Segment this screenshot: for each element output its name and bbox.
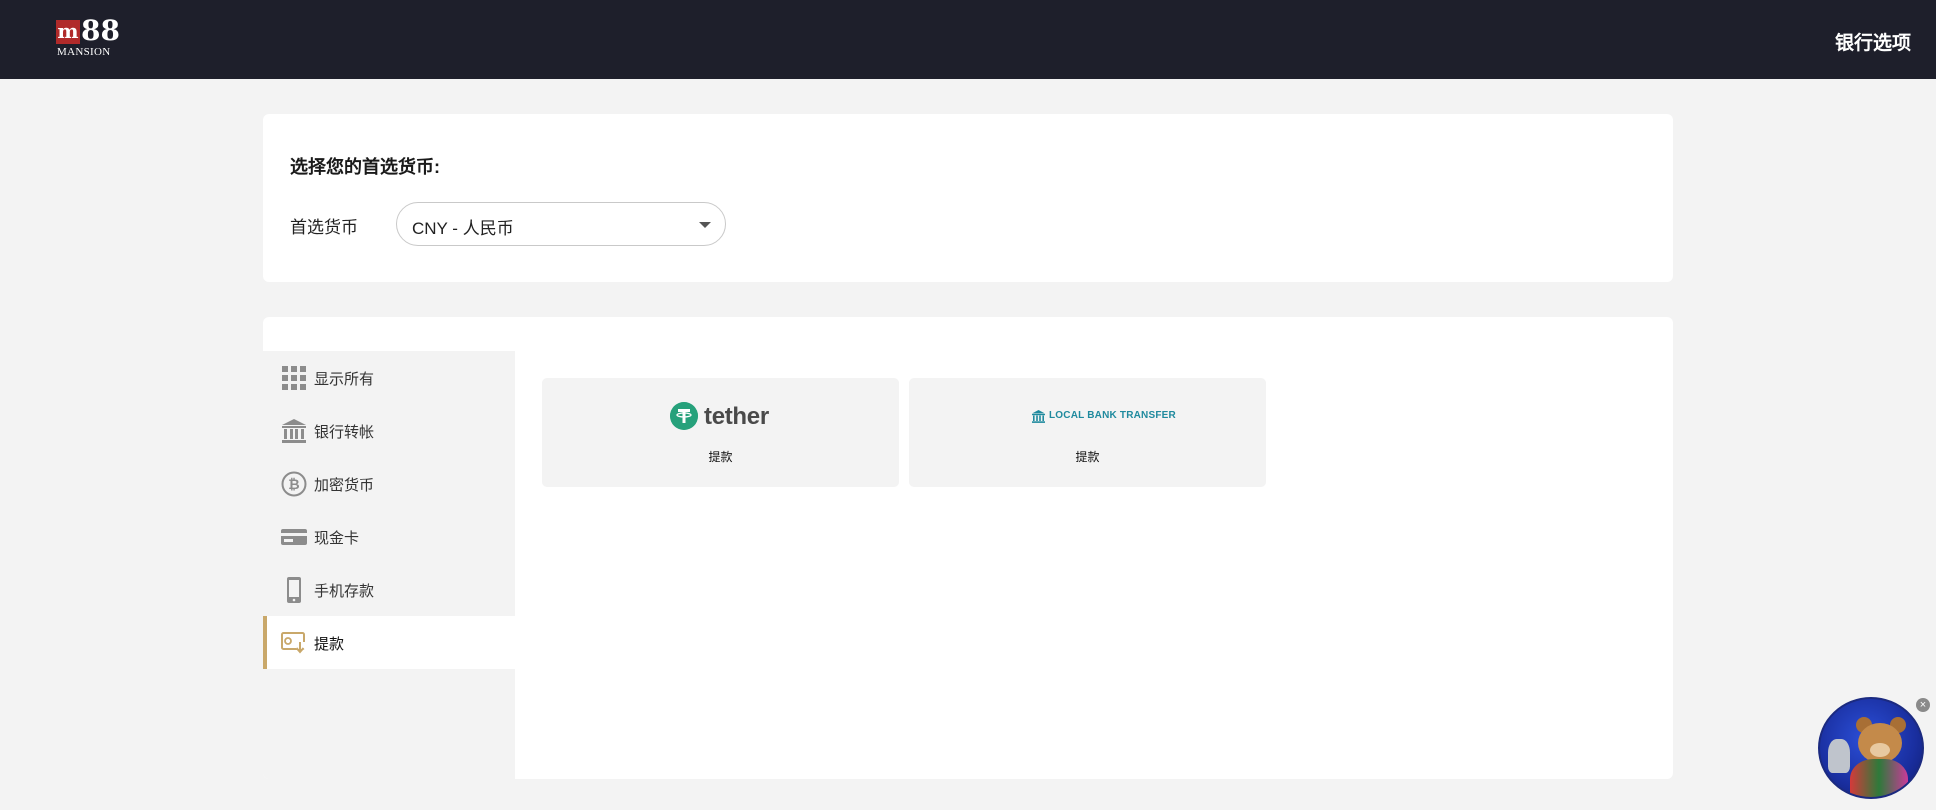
bitcoin-icon: ₿ <box>281 471 307 497</box>
tether-icon <box>670 402 698 430</box>
sidebar-item-withdraw[interactable]: 提款 <box>263 616 515 669</box>
local-bank-transfer-wordmark: LOCAL BANK TRANSFER <box>1049 410 1176 421</box>
sidebar-item-label: 手机存款 <box>314 583 375 600</box>
logo-number: 88 <box>81 14 120 47</box>
currency-heading: 选择您的首选货币: <box>290 157 440 177</box>
banking-options-card: 显示所有 银行转帐 ₿ 加密货币 现金卡 手机存款 提款 tether 提款 L… <box>263 317 1673 779</box>
sidebar-item-bank-transfer[interactable]: 银行转帐 <box>263 404 515 457</box>
currency-select[interactable]: CNY - 人民币 <box>396 202 726 246</box>
promo-mascot-bubble[interactable] <box>1818 697 1924 799</box>
svg-text:₿: ₿ <box>288 477 299 493</box>
bear-body <box>1850 759 1908 797</box>
method-caption: 提款 <box>708 450 733 464</box>
sidebar-item-mobile-deposit[interactable]: 手机存款 <box>263 563 515 616</box>
top-header: m 88 MANSION 银行选项 <box>0 0 1936 79</box>
sidebar-item-crypto[interactable]: ₿ 加密货币 <box>263 457 515 510</box>
card-icon <box>281 529 307 545</box>
local-bank-transfer-withdraw-card[interactable]: LOCAL BANK TRANSFER 提款 <box>909 378 1266 487</box>
close-icon[interactable]: × <box>1916 698 1930 712</box>
chevron-down-icon <box>699 222 711 228</box>
method-category-sidebar: 显示所有 银行转帐 ₿ 加密货币 现金卡 手机存款 提款 <box>263 351 515 779</box>
bank-icon <box>1032 410 1045 423</box>
sidebar-item-label: 加密货币 <box>314 477 375 494</box>
sidebar-item-label: 现金卡 <box>314 530 360 547</box>
sidebar-item-cash-card[interactable]: 现金卡 <box>263 510 515 563</box>
sidebar-item-label: 提款 <box>314 636 345 653</box>
sidebar-item-label: 显示所有 <box>314 371 375 388</box>
phone-icon <box>287 577 301 603</box>
tether-wordmark: tether <box>704 403 769 430</box>
bear-muzzle <box>1870 743 1890 757</box>
sidebar-item-show-all[interactable]: 显示所有 <box>263 351 515 404</box>
currency-card: 选择您的首选货币: 首选货币 CNY - 人民币 <box>263 114 1673 282</box>
withdraw-icon <box>281 632 305 654</box>
grid-icon <box>282 366 306 390</box>
logo-m-mark: m <box>56 19 80 44</box>
currency-field-label: 首选货币 <box>290 218 358 237</box>
tether-withdraw-card[interactable]: tether 提款 <box>542 378 899 487</box>
sidebar-item-label: 银行转帐 <box>314 424 375 441</box>
trophy-icon <box>1828 739 1850 773</box>
local-bank-transfer-logo: LOCAL BANK TRANSFER <box>1031 409 1176 425</box>
page-title: 银行选项 <box>1834 33 1911 54</box>
m88-mansion-logo[interactable]: m 88 MANSION <box>56 14 120 58</box>
method-caption: 提款 <box>1075 450 1100 464</box>
bank-icon <box>282 419 306 443</box>
logo-wordmark: MANSION <box>57 46 111 58</box>
currency-select-value: CNY - 人民币 <box>412 219 514 238</box>
